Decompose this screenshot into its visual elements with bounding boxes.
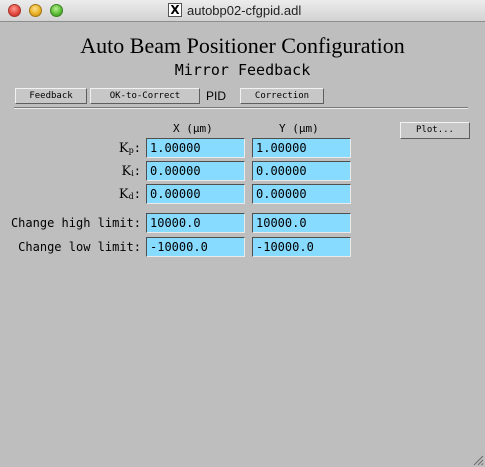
resize-grip-icon[interactable] — [472, 454, 484, 466]
x11-app-icon: X — [168, 3, 182, 17]
high-limit-label: Change high limit: — [10, 216, 141, 230]
kd-x-field[interactable]: 0.00000 — [146, 184, 245, 204]
low-limit-x-field[interactable]: -10000.0 — [146, 237, 245, 257]
ki-y-field[interactable]: 0.00000 — [252, 161, 351, 181]
current-page-label: PID — [206, 89, 227, 103]
kd-symbol: K — [118, 187, 129, 202]
kp-y-field[interactable]: 1.00000 — [252, 138, 351, 158]
ki-symbol: K — [121, 164, 132, 179]
page-subtitle: Mirror Feedback — [174, 61, 311, 79]
window-titlebar: X autobp02-cfgpid.adl — [0, 0, 485, 22]
zoom-window-icon[interactable] — [50, 4, 63, 17]
window-title: autobp02-cfgpid.adl — [187, 3, 302, 18]
kd-label: Kd: — [118, 187, 141, 202]
plot-button[interactable]: Plot... — [400, 122, 470, 139]
close-window-icon[interactable] — [8, 4, 21, 17]
correction-button[interactable]: Correction — [240, 88, 324, 104]
feedback-button[interactable]: Feedback — [15, 88, 87, 104]
kd-y-field[interactable]: 0.00000 — [252, 184, 351, 204]
low-limit-y-field[interactable]: -10000.0 — [252, 237, 351, 257]
low-limit-label: Change low limit: — [18, 240, 141, 254]
page-title: Auto Beam Positioner Configuration — [80, 33, 405, 58]
high-limit-x-field[interactable]: 10000.0 — [146, 213, 245, 233]
ki-label: Ki: — [121, 164, 141, 179]
kd-subscript: d — [128, 192, 134, 201]
x-column-header: X (μm) — [173, 122, 213, 135]
kp-label: Kp: — [118, 141, 141, 156]
ki-x-field[interactable]: 0.00000 — [146, 161, 245, 181]
divider — [14, 107, 468, 109]
kp-subscript: p — [128, 146, 134, 155]
kp-x-field[interactable]: 1.00000 — [146, 138, 245, 158]
ok-to-correct-button[interactable]: OK-to-Correct — [90, 88, 200, 104]
minimize-window-icon[interactable] — [29, 4, 42, 17]
high-limit-y-field[interactable]: 10000.0 — [252, 213, 351, 233]
ki-subscript: i — [131, 169, 134, 178]
y-column-header: Y (μm) — [279, 122, 319, 135]
kp-symbol: K — [118, 141, 129, 156]
